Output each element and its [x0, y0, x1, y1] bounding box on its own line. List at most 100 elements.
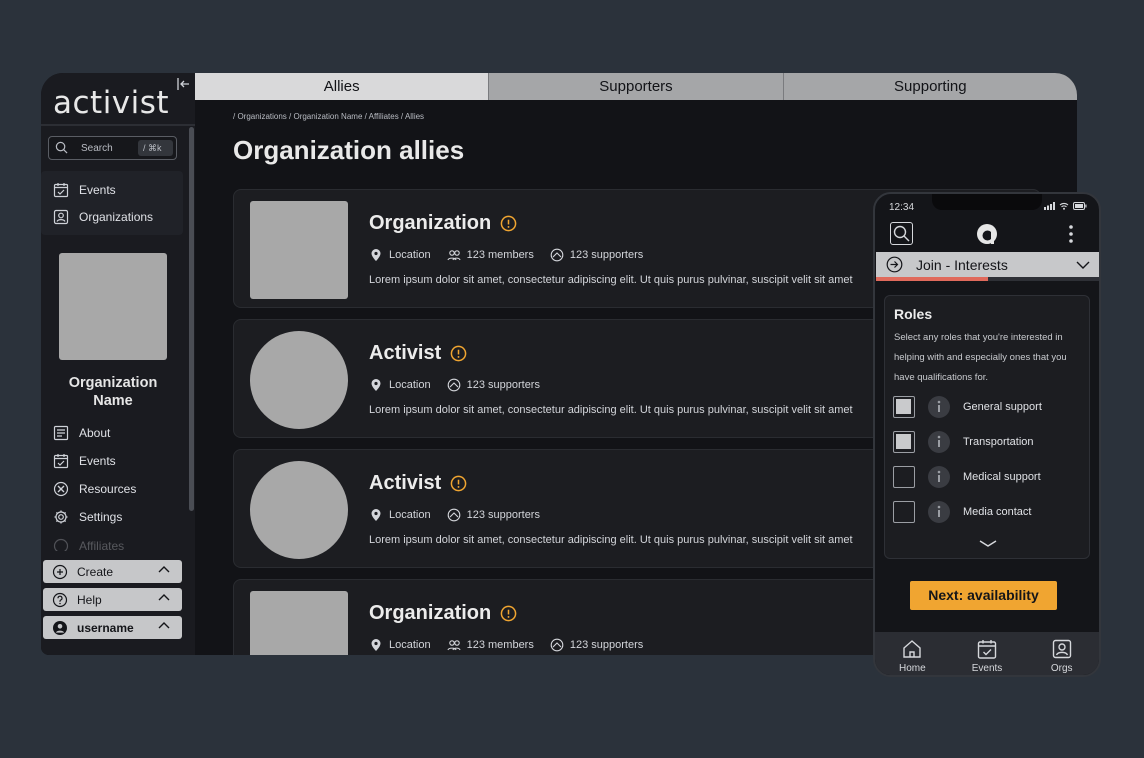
create-button[interactable]: Create	[43, 560, 182, 583]
help-button[interactable]: Help	[43, 588, 182, 611]
location-text: Location	[389, 379, 431, 391]
people-card-icon	[1052, 639, 1071, 659]
nav-item-label: Organizations	[79, 210, 154, 224]
nav-item-about[interactable]: About	[53, 423, 110, 443]
nav-item-organizations[interactable]: Organizations	[53, 207, 153, 227]
location-meta: Location	[369, 638, 431, 652]
tools-icon	[53, 481, 69, 497]
phone-notch	[932, 194, 1042, 210]
card-title: Organization	[369, 602, 517, 625]
role-label: General support	[963, 401, 1042, 413]
members-meta: 123 members	[447, 638, 534, 652]
role-option-transportation[interactable]: Transportation	[893, 431, 1083, 453]
activist-avatar	[250, 461, 348, 559]
location-meta: Location	[369, 248, 431, 262]
members-meta: 123 members	[447, 248, 534, 262]
search-input[interactable]: Search / ⌘k	[48, 136, 177, 160]
join-progress-fill	[876, 277, 988, 281]
join-step-dropdown[interactable]: Join - Interests	[876, 252, 1099, 277]
nav-item-settings[interactable]: Settings	[53, 507, 122, 527]
app-logo[interactable]: activist	[53, 85, 169, 121]
tab-orgs[interactable]: Orgs	[1024, 632, 1099, 675]
members-text: 123 members	[466, 249, 534, 261]
sidebar-scrollbar[interactable]	[189, 127, 194, 511]
location-text: Location	[389, 639, 431, 651]
info-icon[interactable]	[928, 431, 950, 453]
nav-item-label: About	[79, 426, 111, 440]
location-pin-icon	[371, 379, 381, 391]
info-icon[interactable]	[928, 466, 950, 488]
supporters-icon	[447, 508, 460, 522]
user-menu-button[interactable]: username	[43, 616, 182, 639]
gear-icon	[54, 510, 68, 524]
join-arrow-icon	[886, 256, 903, 273]
location-text: Location	[389, 249, 431, 261]
search-icon	[893, 225, 910, 242]
role-label: Media contact	[963, 506, 1032, 518]
tab-label: Home	[898, 663, 926, 674]
nav-item-events[interactable]: Events	[53, 180, 116, 200]
location-meta: Location	[369, 378, 431, 392]
info-icon[interactable]	[928, 501, 950, 523]
chevron-up-icon	[158, 594, 170, 601]
collapse-sidebar-icon[interactable]	[177, 77, 191, 94]
members-icon	[447, 250, 461, 261]
supporters-icon	[447, 378, 460, 392]
search-label: Search	[81, 143, 113, 154]
role-checkbox[interactable]	[893, 501, 915, 523]
role-label: Transportation	[963, 436, 1034, 448]
organization-image	[250, 591, 348, 655]
more-menu-icon[interactable]	[1069, 224, 1073, 244]
info-icon[interactable]	[500, 215, 517, 232]
card-meta: Location 123 supporters	[369, 508, 540, 522]
tab-supporters[interactable]: Supporters	[489, 73, 784, 100]
tab-home[interactable]: Home	[875, 632, 950, 675]
info-icon[interactable]	[500, 605, 517, 622]
info-icon[interactable]	[450, 475, 467, 492]
supporters-text: 123 supporters	[569, 639, 644, 651]
role-option-general-support[interactable]: General support	[893, 396, 1083, 418]
activist-logo-icon[interactable]	[975, 222, 999, 246]
card-title-text: Activist	[369, 472, 442, 494]
calendar-check-icon	[977, 640, 997, 659]
supporters-meta: 123 supporters	[550, 638, 643, 652]
next-availability-button[interactable]: Next: availability	[910, 581, 1057, 610]
plus-circle-icon	[52, 564, 68, 579]
battery-icon	[1073, 202, 1087, 210]
role-checkbox[interactable]	[893, 431, 915, 453]
mobile-search-button[interactable]	[890, 222, 913, 245]
tab-supporting[interactable]: Supporting	[783, 73, 1077, 100]
help-label: Help	[77, 592, 102, 607]
card-meta: Location 123 supporters	[369, 378, 540, 392]
info-icon[interactable]	[450, 345, 467, 362]
role-label: Medical support	[963, 471, 1041, 483]
wifi-icon	[1059, 202, 1069, 210]
page-title: Organization allies	[233, 135, 465, 165]
nav-item-resources[interactable]: Resources	[53, 479, 136, 499]
info-icon[interactable]	[928, 396, 950, 418]
role-option-media-contact[interactable]: Media contact	[893, 501, 1083, 523]
location-pin-icon	[371, 639, 381, 651]
supporters-text: 123 supporters	[466, 509, 540, 521]
tab-events[interactable]: Events	[950, 632, 1025, 675]
role-checkbox[interactable]	[893, 396, 915, 418]
card-title-text: Organization	[369, 212, 492, 234]
home-icon	[903, 640, 922, 658]
roles-title: Roles	[894, 306, 933, 322]
nav-item-org-events[interactable]: Events	[53, 451, 116, 471]
members-icon	[447, 640, 461, 651]
supporters-text: 123 supporters	[569, 249, 644, 261]
join-step-label: Join - Interests	[916, 256, 1008, 273]
chevron-down-icon[interactable]	[978, 538, 998, 548]
breadcrumb[interactable]: / Organizations / Organization Name / Af…	[233, 112, 424, 121]
calendar-check-icon	[53, 183, 69, 198]
card-title: Activist	[369, 342, 467, 365]
tab-allies[interactable]: Allies	[195, 73, 490, 100]
members-text: 123 members	[466, 639, 534, 651]
organization-name: Organization Name	[68, 375, 158, 409]
mobile-phone: 12:34 Join - Interests Roles Select any …	[873, 192, 1101, 677]
card-title-text: Activist	[369, 342, 442, 364]
role-option-medical-support[interactable]: Medical support	[893, 466, 1083, 488]
main-nav: Events Organizations	[41, 171, 183, 235]
role-checkbox[interactable]	[893, 466, 915, 488]
